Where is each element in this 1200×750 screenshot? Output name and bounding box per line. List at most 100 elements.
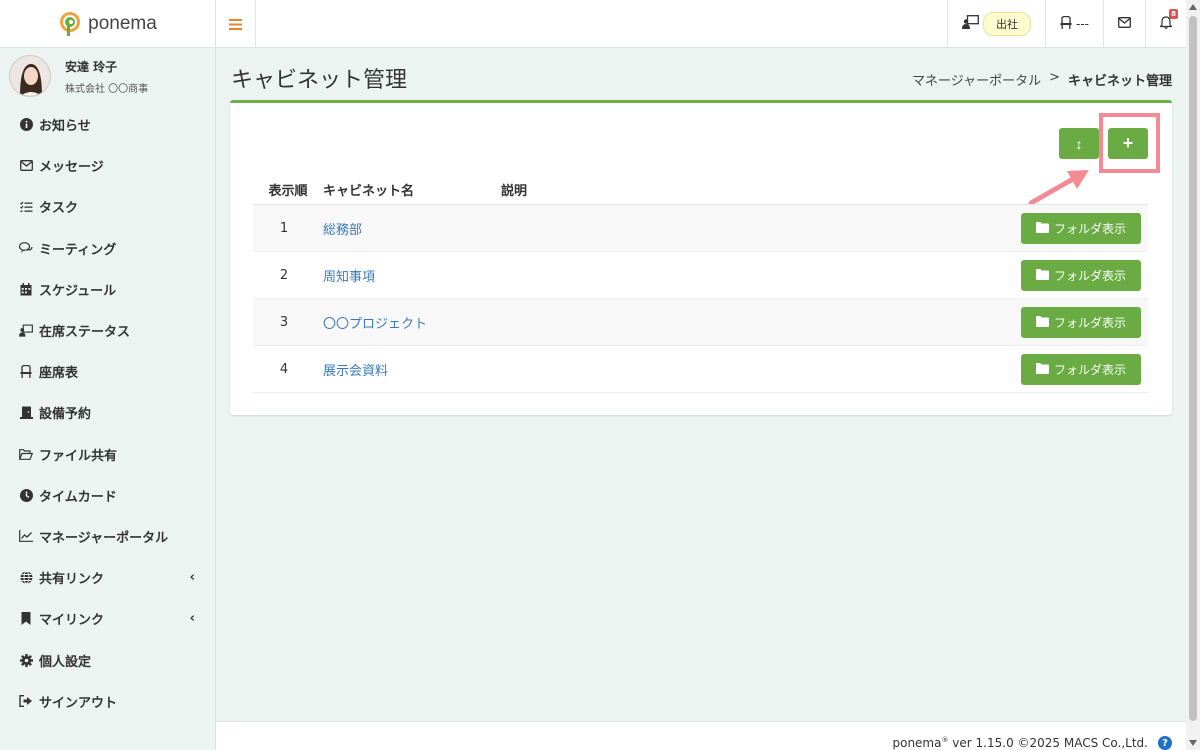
folder-icon xyxy=(1035,315,1049,330)
table-row: 4 展示会資料 フォルダ表示 xyxy=(253,346,1148,393)
facility-icon xyxy=(19,406,33,420)
footer: ponema® ver 1.15.0 ©2025 MACS Co.,Ltd. ? xyxy=(216,721,1186,750)
sidebar-item-label: サインアウト xyxy=(39,695,118,711)
cabinet-name-link[interactable]: 総務部 xyxy=(315,219,715,238)
reorder-button[interactable]: ↕ xyxy=(1059,128,1099,159)
folder-open-icon xyxy=(19,447,33,461)
header-description: 説明 xyxy=(501,184,528,199)
status-badge: 出社 xyxy=(983,12,1031,36)
folder-view-label: フォルダ表示 xyxy=(1053,363,1126,377)
sidebar-item-tasks[interactable]: タスク xyxy=(0,186,215,227)
page-scrollbar[interactable] xyxy=(1186,0,1200,750)
envelope-icon xyxy=(19,159,33,173)
chevron-left-icon: ‹ xyxy=(189,570,195,586)
folder-view-button[interactable]: フォルダ表示 xyxy=(1021,354,1141,385)
presence-status-button[interactable]: 出社 xyxy=(947,0,1045,48)
footer-brand: ponema xyxy=(892,736,942,750)
tasks-icon xyxy=(19,200,33,214)
bookmark-icon xyxy=(19,612,33,626)
sidebar-item-timecard[interactable]: タイムカード xyxy=(0,475,215,516)
sidebar-item-label: お知らせ xyxy=(39,119,91,135)
chevron-left-icon: ‹ xyxy=(189,611,195,627)
cabinet-card: ↕ + 表示順 キャビネット名 説明 1 総務部 フォルダ表示 2 周知事項 フ… xyxy=(230,100,1172,415)
cabinet-name-link[interactable]: 周知事項 xyxy=(315,266,715,285)
footer-copyright: ponema® ver 1.15.0 ©2025 MACS Co.,Ltd. xyxy=(892,736,1148,750)
cabinet-table: 表示順 キャビネット名 説明 1 総務部 フォルダ表示 2 周知事項 フォルダ表… xyxy=(253,175,1148,393)
sidebar-item-label: 在席ステータス xyxy=(39,325,131,341)
folder-view-label: フォルダ表示 xyxy=(1053,222,1126,236)
scroll-thumb[interactable] xyxy=(1189,16,1197,721)
sidebar-item-seating[interactable]: 座席表 xyxy=(0,351,215,392)
sign-out-icon xyxy=(19,694,33,708)
cabinet-name-link[interactable]: 展示会資料 xyxy=(315,360,715,379)
sidebar-item-label: マネージャーポータル xyxy=(39,530,169,546)
footer-version: ver 1.15.0 ©2025 MACS Co.,Ltd. xyxy=(948,736,1148,750)
bell-icon: 8 xyxy=(1159,8,1178,33)
page-title: キャビネット管理 xyxy=(231,68,408,93)
hamburger-menu-button[interactable] xyxy=(216,0,256,48)
sidebar-menu: お知らせ メッセージ タスク ミーティング スケジュール 在席ステータス 座席表 xyxy=(0,104,215,722)
ponema-logo-icon xyxy=(60,11,81,36)
folder-view-label: フォルダ表示 xyxy=(1053,316,1126,330)
folder-icon xyxy=(1035,221,1049,236)
folder-view-button[interactable]: フォルダ表示 xyxy=(1021,213,1141,244)
user-name: 安達 玲子 xyxy=(65,59,118,74)
chair-icon xyxy=(19,365,33,379)
header-name: キャビネット名 xyxy=(323,184,415,199)
sidebar-item-manager-portal[interactable]: マネージャーポータル xyxy=(0,516,215,557)
sidebar-item-label: 設備予約 xyxy=(39,407,92,423)
sidebar-item-label: タスク xyxy=(39,201,79,217)
row-order: 2 xyxy=(279,267,289,283)
sidebar-item-messages[interactable]: メッセージ xyxy=(0,145,215,186)
sidebar-item-facility[interactable]: 設備予約 xyxy=(0,392,215,433)
scroll-up-icon[interactable] xyxy=(1189,4,1197,10)
sidebar-item-label: ファイル共有 xyxy=(39,448,118,464)
clock-icon xyxy=(19,488,33,502)
table-header: 表示順 キャビネット名 説明 xyxy=(253,175,1148,205)
messages-button[interactable] xyxy=(1103,0,1145,48)
sidebar-item-my-links[interactable]: マイリンク ‹ xyxy=(0,598,215,639)
sidebar-item-notices[interactable]: お知らせ xyxy=(0,104,215,145)
row-order: 3 xyxy=(279,314,289,330)
user-panel[interactable]: 安達 玲子 株式会社 〇〇商事 xyxy=(0,48,215,104)
folder-view-button[interactable]: フォルダ表示 xyxy=(1021,260,1141,291)
sidebar-item-label: メッセージ xyxy=(39,160,104,176)
row-order: 1 xyxy=(279,220,289,236)
breadcrumb-parent-link[interactable]: マネージャーポータル xyxy=(912,70,1041,89)
row-order: 4 xyxy=(279,361,289,377)
sidebar-item-presence[interactable]: 在席ステータス xyxy=(0,310,215,351)
chat-icon xyxy=(19,241,33,255)
globe-icon xyxy=(19,571,33,585)
sidebar-item-label: ミーティング xyxy=(39,242,117,258)
sidebar-item-sign-out[interactable]: サインアウト xyxy=(0,681,215,722)
folder-view-label: フォルダ表示 xyxy=(1053,269,1126,283)
brand[interactable]: ponema xyxy=(0,0,215,48)
user-company: 株式会社 〇〇商事 xyxy=(65,83,149,95)
hamburger-icon xyxy=(229,14,242,35)
help-icon[interactable]: ? xyxy=(1158,736,1172,750)
header-order: 表示順 xyxy=(268,184,308,199)
folder-view-button[interactable]: フォルダ表示 xyxy=(1021,307,1141,338)
table-row: 2 周知事項 フォルダ表示 xyxy=(253,252,1148,299)
info-icon xyxy=(19,118,33,132)
seat-button[interactable]: --- xyxy=(1045,0,1103,48)
presence-icon xyxy=(962,15,979,33)
chart-icon xyxy=(19,529,33,543)
sidebar-item-meeting[interactable]: ミーティング xyxy=(0,228,215,269)
sidebar-item-shared-links[interactable]: 共有リンク ‹ xyxy=(0,557,215,598)
sidebar-item-settings[interactable]: 個人設定 xyxy=(0,639,215,680)
folder-icon xyxy=(1035,362,1049,377)
scroll-down-icon[interactable] xyxy=(1189,740,1197,746)
avatar xyxy=(9,55,51,97)
cabinet-name-link[interactable]: 〇〇プロジェクト xyxy=(315,313,715,332)
table-row: 1 総務部 フォルダ表示 xyxy=(253,205,1148,252)
sidebar-item-label: 個人設定 xyxy=(39,654,92,670)
sidebar-item-schedule[interactable]: スケジュール xyxy=(0,269,215,310)
sort-icon: ↕ xyxy=(1075,135,1083,152)
topbar: 出社 --- 8 xyxy=(216,0,1186,48)
breadcrumb-current: キャビネット管理 xyxy=(1067,74,1172,89)
notifications-button[interactable]: 8 xyxy=(1145,0,1186,48)
notification-count-badge: 8 xyxy=(1169,8,1178,19)
table-body: 1 総務部 フォルダ表示 2 周知事項 フォルダ表示 3 〇〇プロジェクト フォ… xyxy=(253,205,1148,393)
sidebar-item-file-share[interactable]: ファイル共有 xyxy=(0,434,215,475)
